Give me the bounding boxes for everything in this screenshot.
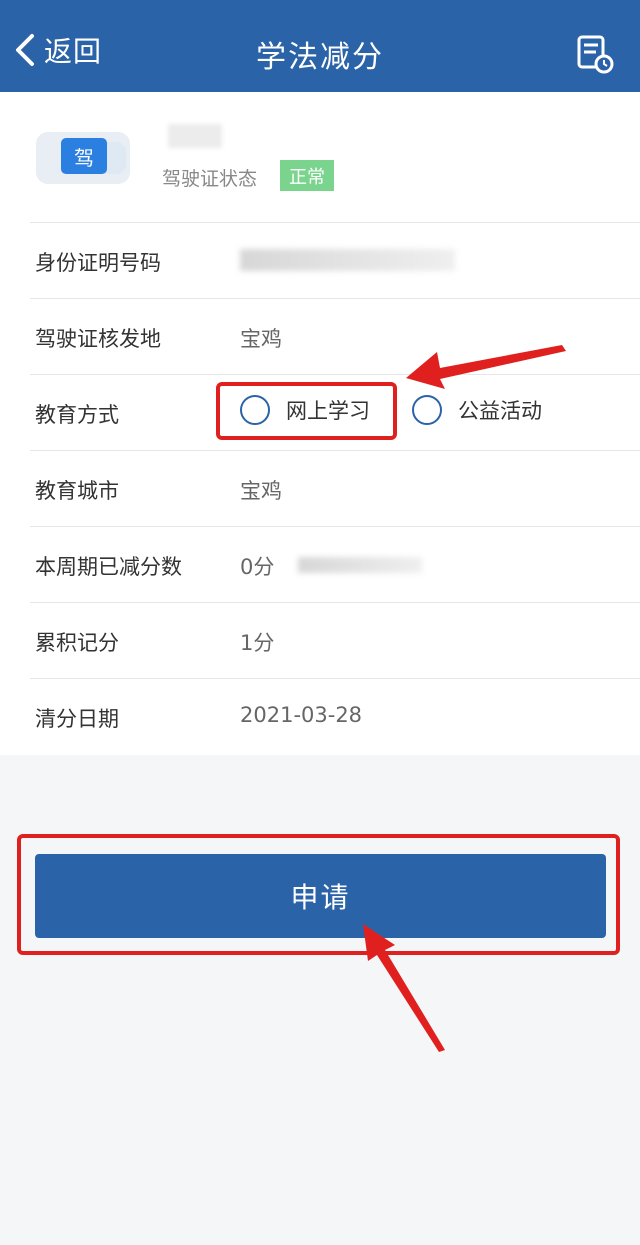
- page-title: 学法减分: [256, 40, 384, 75]
- row-id-number: 身份证明号码: [30, 222, 640, 298]
- row-clear-date: 清分日期 2021-03-28: [30, 678, 640, 754]
- accumulated-points-label: 累积记分: [35, 631, 119, 655]
- masked-extra-info: [298, 557, 422, 573]
- radio-label-public-welfare: 公益活动: [458, 399, 542, 423]
- license-status-badge: 正常: [280, 160, 334, 191]
- reduced-points-label: 本周期已减分数: [35, 555, 182, 579]
- row-education-city: 教育城市 宝鸡: [30, 450, 640, 526]
- highlight-box-online-study: [216, 382, 397, 440]
- license-image: 驾: [36, 132, 130, 184]
- education-city-label: 教育城市: [35, 479, 119, 503]
- row-reduced-points: 本周期已减分数 0分: [30, 526, 640, 602]
- top-bar: 返回 学法减分: [0, 0, 640, 92]
- radio-public-welfare[interactable]: 公益活动: [412, 395, 542, 425]
- education-mode-label: 教育方式: [35, 403, 119, 427]
- masked-id-number: [240, 249, 455, 271]
- clear-date-label: 清分日期: [35, 707, 119, 731]
- reduced-points-value: 0分: [240, 555, 275, 579]
- record-icon[interactable]: [576, 34, 614, 74]
- row-issue-place: 驾驶证核发地 宝鸡: [30, 298, 640, 374]
- issue-place-value: 宝鸡: [240, 327, 282, 351]
- clear-date-value: 2021-03-28: [240, 703, 363, 727]
- highlight-box-apply: [17, 834, 620, 955]
- license-badge-icon: 驾: [61, 138, 107, 174]
- row-accumulated-points: 累积记分 1分: [30, 602, 640, 678]
- education-city-value: 宝鸡: [240, 479, 282, 503]
- license-header: 驾 驾驶证状态 正常: [0, 92, 640, 222]
- masked-name: [168, 124, 222, 148]
- issue-place-label: 驾驶证核发地: [35, 327, 161, 351]
- license-status-label: 驾驶证状态: [162, 168, 258, 190]
- id-number-label: 身份证明号码: [35, 251, 161, 275]
- accumulated-points-value: 1分: [240, 631, 275, 655]
- radio-circle[interactable]: [412, 395, 442, 425]
